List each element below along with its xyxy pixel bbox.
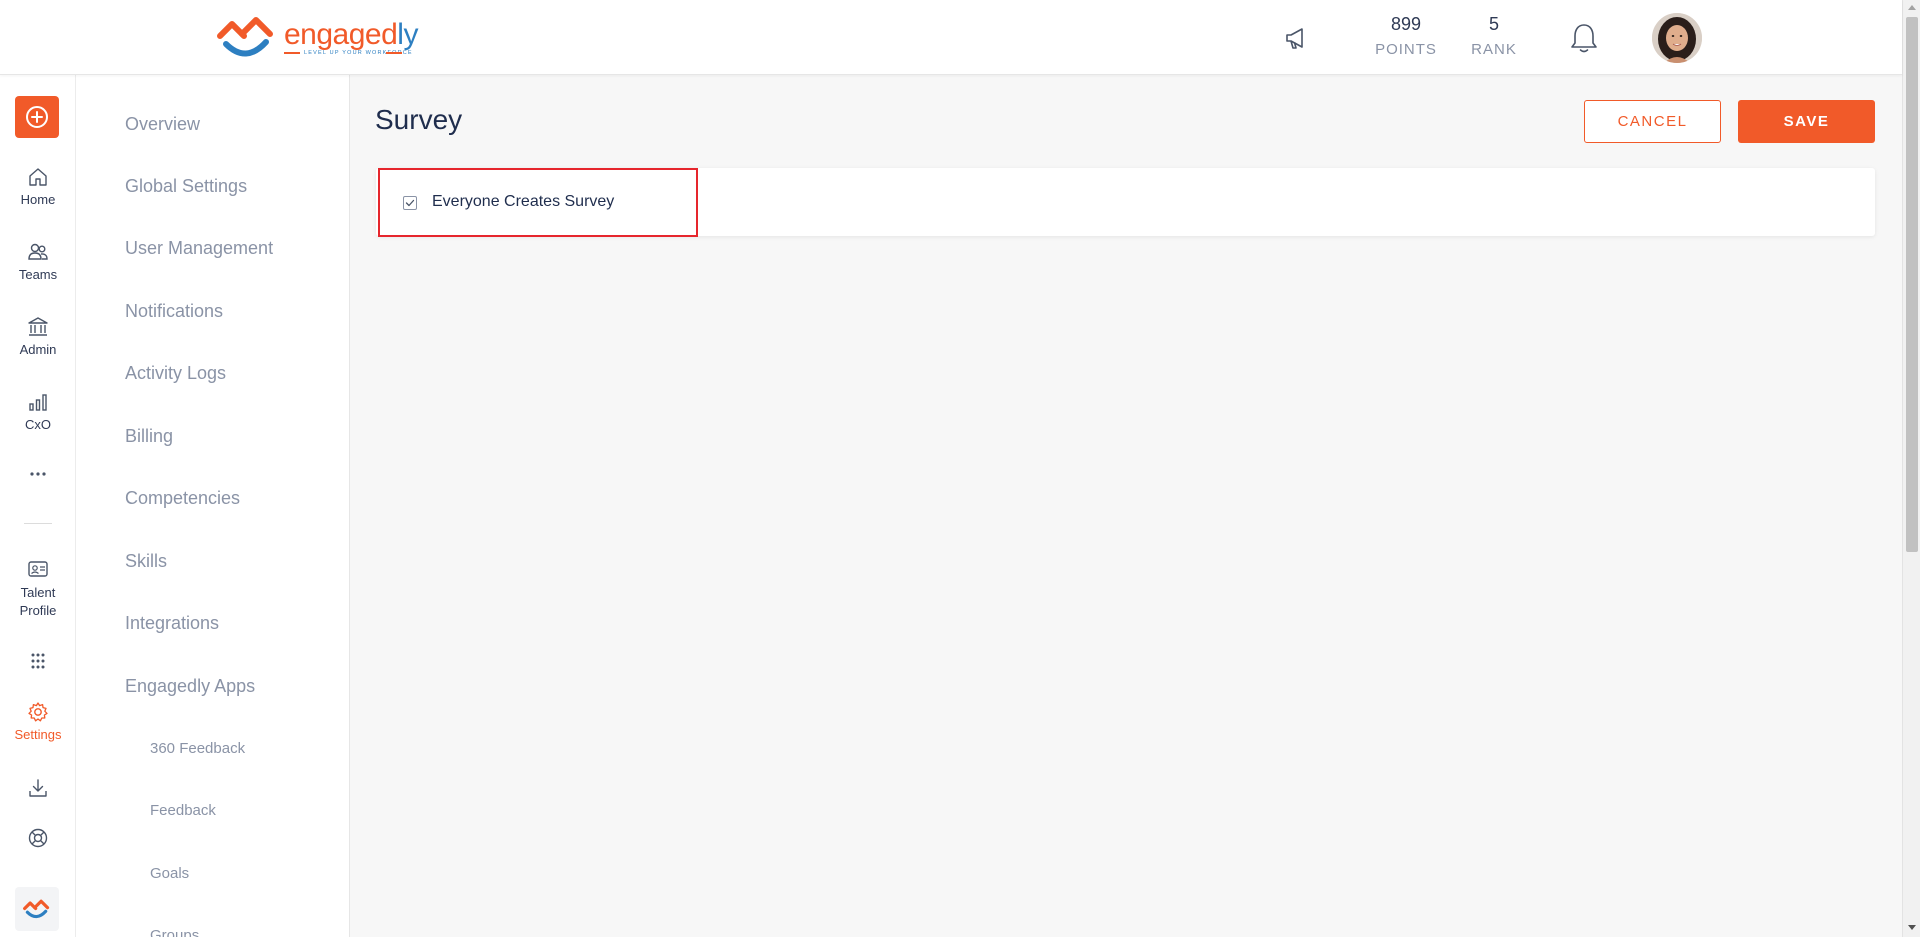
settings-subnav: Overview Global Settings User Management… xyxy=(76,75,350,937)
user-avatar[interactable] xyxy=(1652,13,1702,63)
subnav-item-integrations[interactable]: Integrations xyxy=(125,613,219,634)
engagedly-mark-icon xyxy=(23,899,50,919)
rail-label-cxo: CxO xyxy=(25,417,51,432)
download-icon xyxy=(29,779,47,797)
lifebuoy-icon xyxy=(28,828,48,848)
subnav-item-overview[interactable]: Overview xyxy=(125,114,200,135)
save-button[interactable]: SAVE xyxy=(1738,100,1875,143)
rail-item-talent-profile[interactable]: Talent Profile xyxy=(0,558,76,620)
rail-engagedly-logo[interactable] xyxy=(15,887,59,931)
subnav-item-activity-logs[interactable]: Activity Logs xyxy=(125,363,226,384)
rail-help-button[interactable] xyxy=(0,827,76,853)
rail-label-settings: Settings xyxy=(14,727,62,742)
top-header: engagedly LEVEL UP YOUR WORKFORCE 899 PO… xyxy=(0,0,1902,75)
subnav-sub-feedback[interactable]: Feedback xyxy=(150,802,216,819)
rank-value: 5 xyxy=(1488,14,1499,34)
engagedly-logo-icon xyxy=(217,17,273,57)
icon-rail: Home Teams Admin CxO Talent Profile Sett… xyxy=(0,75,76,937)
everyone-creates-survey-checkbox[interactable] xyxy=(403,196,417,210)
more-horizontal-icon xyxy=(30,472,46,476)
scrollbar-thumb[interactable] xyxy=(1906,17,1918,552)
scroll-up-arrow-icon[interactable] xyxy=(1908,5,1916,10)
rail-item-home[interactable]: Home xyxy=(0,166,76,207)
rail-apps-button[interactable] xyxy=(0,652,76,674)
subnav-item-global-settings[interactable]: Global Settings xyxy=(125,176,247,197)
rail-item-settings[interactable]: Settings xyxy=(0,701,76,742)
rank-counter[interactable]: 5 RANK xyxy=(1464,14,1524,58)
rail-download-button[interactable] xyxy=(0,777,76,803)
subnav-item-engagedly-apps[interactable]: Engagedly Apps xyxy=(125,676,255,697)
rail-divider xyxy=(24,523,52,524)
page-scrollbar[interactable] xyxy=(1902,0,1920,937)
rail-label-talent-profile: Talent Profile xyxy=(19,585,57,618)
admin-icon xyxy=(28,317,48,336)
subnav-sub-360-feedback[interactable]: 360 Feedback xyxy=(150,740,245,757)
add-button[interactable] xyxy=(15,96,59,138)
subnav-item-billing[interactable]: Billing xyxy=(125,426,173,447)
home-icon xyxy=(29,168,47,186)
subnav-sub-goals[interactable]: Goals xyxy=(150,865,189,882)
check-icon xyxy=(405,199,415,207)
id-card-icon xyxy=(28,561,48,577)
subnav-item-user-management[interactable]: User Management xyxy=(125,238,273,259)
rail-label-teams: Teams xyxy=(18,267,58,282)
avatar-image xyxy=(1652,13,1702,63)
subnav-item-skills[interactable]: Skills xyxy=(125,551,167,572)
bell-icon[interactable] xyxy=(1568,21,1600,55)
logo-wordmark: engagedly xyxy=(284,18,418,51)
points-counter[interactable]: 899 POINTS xyxy=(1356,14,1456,58)
everyone-creates-survey-label[interactable]: Everyone Creates Survey xyxy=(432,193,614,211)
rail-item-teams[interactable]: Teams xyxy=(0,241,76,282)
points-label: POINTS xyxy=(1375,41,1437,58)
rail-item-cxo[interactable]: CxO xyxy=(0,391,76,432)
tagline-bar-right xyxy=(386,52,402,54)
plus-circle-icon xyxy=(26,106,48,128)
gear-icon xyxy=(28,702,48,722)
apps-grid-icon xyxy=(31,653,45,669)
rail-label-admin: Admin xyxy=(19,342,57,357)
rank-label: RANK xyxy=(1471,41,1517,58)
scroll-down-arrow-icon[interactable] xyxy=(1908,925,1916,930)
rail-more-button[interactable] xyxy=(0,469,76,483)
chart-icon xyxy=(29,394,47,411)
teams-icon xyxy=(28,243,48,260)
rail-label-home: Home xyxy=(20,192,56,207)
subnav-item-competencies[interactable]: Competencies xyxy=(125,488,240,509)
megaphone-icon[interactable] xyxy=(1282,24,1310,52)
page-title: Survey xyxy=(375,104,463,135)
subnav-sub-groups[interactable]: Groups xyxy=(150,927,199,937)
cancel-button[interactable]: CANCEL xyxy=(1584,100,1721,143)
subnav-item-notifications[interactable]: Notifications xyxy=(125,301,223,322)
engagedly-logo[interactable]: engagedly LEVEL UP YOUR WORKFORCE xyxy=(212,14,418,60)
rail-item-admin[interactable]: Admin xyxy=(0,316,76,357)
tagline-bar-left xyxy=(284,52,300,54)
points-value: 899 xyxy=(1390,14,1422,34)
